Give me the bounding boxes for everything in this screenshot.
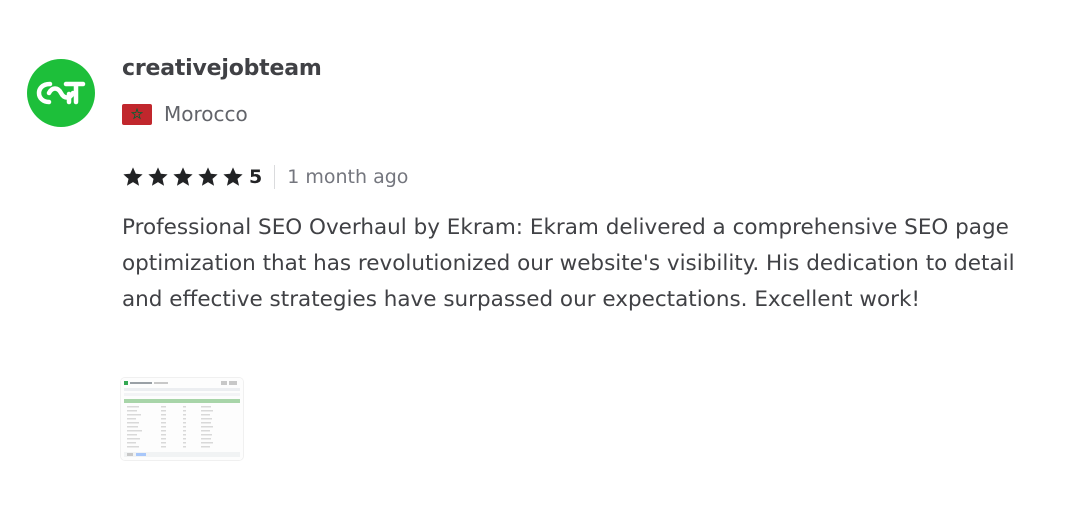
divider bbox=[274, 165, 276, 189]
rating-score: 5 bbox=[249, 166, 263, 188]
star-icon bbox=[122, 166, 144, 188]
star-icon bbox=[222, 166, 244, 188]
reviewer-country: Morocco bbox=[122, 102, 248, 126]
star-icon bbox=[172, 166, 194, 188]
rating-row: 5 1 month ago bbox=[122, 163, 408, 191]
star-icon bbox=[197, 166, 219, 188]
review-text: Professional SEO Overhaul by Ekram: Ekra… bbox=[122, 215, 1015, 312]
review-time: 1 month ago bbox=[287, 166, 409, 188]
star-icon bbox=[147, 166, 169, 188]
country-name: Morocco bbox=[164, 102, 248, 126]
morocco-flag-icon bbox=[122, 103, 152, 125]
cjt-logo-icon bbox=[36, 81, 86, 105]
attachment-thumbnail[interactable] bbox=[121, 378, 243, 460]
star-rating bbox=[122, 166, 247, 188]
spreadsheet-thumbnail-image bbox=[121, 378, 243, 460]
reviewer-username[interactable]: creativejobteam bbox=[122, 56, 322, 81]
avatar[interactable] bbox=[27, 59, 95, 127]
